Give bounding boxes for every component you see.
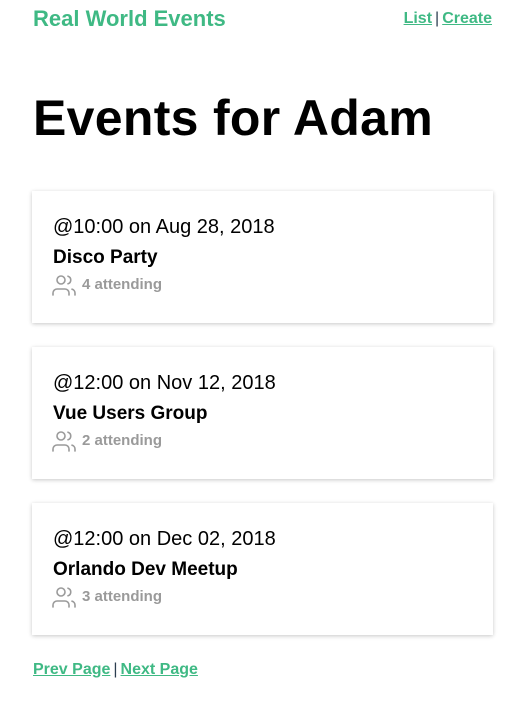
brand-link[interactable]: Real World Events [33, 6, 226, 32]
event-card-disco-party[interactable]: @10:00 on Aug 28, 2018 Disco Party 4 att… [32, 191, 493, 323]
users-icon [52, 587, 76, 608]
event-attendance: 4 attending [52, 274, 162, 296]
top-nav: List | Create [404, 9, 492, 29]
nav-list-link[interactable]: List [404, 10, 432, 27]
event-title: Disco Party [53, 247, 158, 268]
attending-count: 3 attending [82, 588, 163, 605]
event-attendance: 2 attending [52, 430, 162, 452]
event-card-vue-users-group[interactable]: @12:00 on Nov 12, 2018 Vue Users Group 2… [32, 347, 493, 479]
pagination: Prev Page | Next Page [33, 660, 198, 680]
event-time: @10:00 on Aug 28, 2018 [53, 216, 275, 238]
event-title: Orlando Dev Meetup [53, 559, 238, 580]
page-title: Events for Adam [33, 90, 433, 146]
event-time: @12:00 on Dec 02, 2018 [53, 528, 276, 550]
event-attendance: 3 attending [52, 586, 162, 608]
event-card-orlando-dev-meetup[interactable]: @12:00 on Dec 02, 2018 Orlando Dev Meetu… [32, 503, 493, 635]
nav-separator: | [435, 10, 440, 27]
users-icon [52, 431, 76, 452]
event-title: Vue Users Group [53, 403, 208, 424]
attending-count: 2 attending [82, 432, 163, 449]
pagination-separator: | [113, 661, 118, 678]
prev-page-link[interactable]: Prev Page [33, 661, 110, 678]
next-page-link[interactable]: Next Page [121, 661, 198, 678]
nav-create-link[interactable]: Create [442, 10, 492, 27]
users-icon [52, 275, 76, 296]
event-time: @12:00 on Nov 12, 2018 [53, 372, 276, 394]
attending-count: 4 attending [82, 276, 163, 293]
